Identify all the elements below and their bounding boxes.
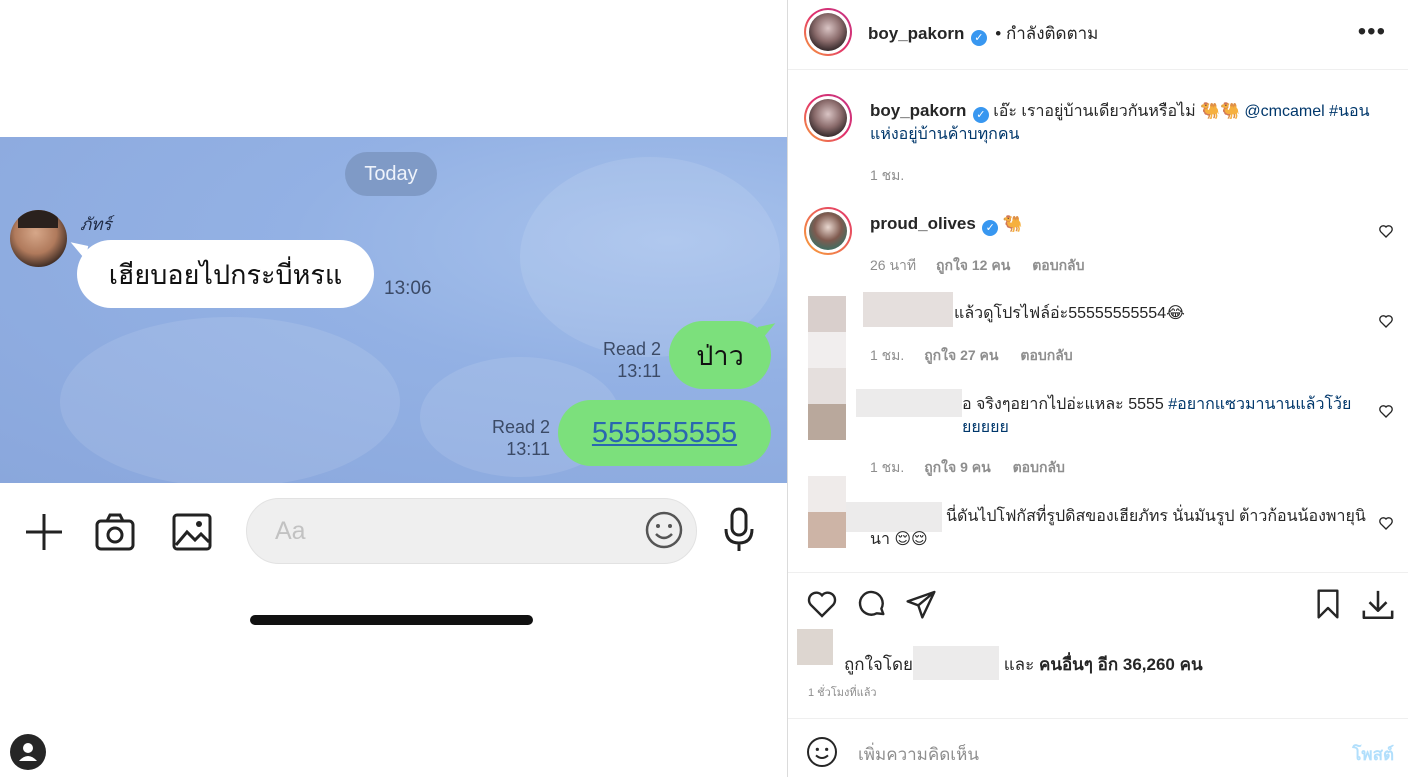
post-photo[interactable]: Today ภัทร์ เฮียบอยไปกระบี่หรแ 13:06 Rea… bbox=[0, 0, 787, 777]
like-heart-icon[interactable] bbox=[806, 588, 840, 622]
posted-time: 1 ชั่วโมงที่แล้ว bbox=[808, 687, 877, 699]
home-indicator bbox=[250, 615, 533, 625]
caption-username[interactable]: boy_pakorn bbox=[870, 101, 966, 120]
date-pill: Today bbox=[345, 152, 437, 196]
microphone-icon bbox=[719, 506, 759, 554]
comment: อ จริงๆอยากไปอ่ะแหละ 5555 #อยากแซวมานานแ… bbox=[962, 393, 1360, 439]
incoming-message-text: เฮียบอยไปกระบี่หรแ bbox=[108, 259, 343, 290]
outgoing-read-status: Read 2 13:11 bbox=[488, 416, 550, 460]
comment-time: 1 ชม. bbox=[870, 347, 905, 363]
comment-meta: 26 นาที ถูกใจ 12 คน ตอบกลับ bbox=[870, 255, 1103, 277]
reply-button[interactable]: ตอบกลับ bbox=[1032, 257, 1084, 273]
caption: boy_pakorn ✓ เอ๊ะ เราอยู่บ้านเดียวกันหรื… bbox=[870, 99, 1380, 146]
redacted-avatar bbox=[808, 476, 846, 512]
chat-message-field: Aa bbox=[246, 498, 697, 564]
header-divider bbox=[788, 69, 1408, 70]
post-side-panel: boy_pakorn ✓ • กำลังติดตาม ••• boy_pakor… bbox=[787, 0, 1408, 777]
redacted-avatar bbox=[808, 368, 846, 404]
outgoing-message-bubble: 555555555 bbox=[558, 400, 771, 466]
outgoing-read-status: Read 2 13:11 bbox=[599, 338, 661, 382]
commenter-avatar[interactable] bbox=[804, 207, 852, 255]
emoji-icon bbox=[644, 510, 684, 550]
comment: proud_olives ✓ 🐫 bbox=[870, 212, 1023, 236]
liker-avatar bbox=[797, 629, 833, 665]
share-paper-plane-icon[interactable] bbox=[905, 588, 939, 622]
read-label: Read 2 bbox=[491, 417, 550, 437]
redacted-username bbox=[863, 292, 953, 327]
likes-others[interactable]: คนอื่นๆ อีก 36,260 คน bbox=[1039, 655, 1203, 674]
sender-avatar bbox=[10, 210, 67, 267]
comment-likes[interactable]: ถูกใจ 12 คน bbox=[936, 257, 1010, 273]
tagged-users-button[interactable] bbox=[10, 734, 46, 770]
comment-text: อ จริงๆอยากไปอ่ะแหละ 5555 bbox=[962, 396, 1169, 413]
comment-time: 26 นาที bbox=[870, 257, 917, 273]
like-comment-heart-icon[interactable] bbox=[1378, 223, 1394, 239]
author-username[interactable]: boy_pakorn bbox=[868, 24, 964, 43]
read-label: Read 2 bbox=[602, 339, 661, 359]
read-time: 13:11 bbox=[617, 361, 661, 381]
follow-status[interactable]: • กำลังติดตาม bbox=[995, 24, 1098, 43]
verified-badge-icon: ✓ bbox=[972, 107, 989, 123]
redacted-avatar bbox=[808, 404, 846, 440]
comment-text: แล้วดูโปรไฟล์อ่ะ55555555554😂 bbox=[954, 305, 1185, 322]
reply-button[interactable]: ตอบกลับ bbox=[1020, 347, 1072, 363]
redacted-liker bbox=[912, 646, 999, 680]
like-comment-heart-icon[interactable] bbox=[1378, 515, 1394, 531]
post-header: boy_pakorn ✓ • กำลังติดตาม bbox=[868, 20, 1098, 47]
outgoing-message-text: ป่าว bbox=[696, 340, 744, 371]
like-comment-heart-icon[interactable] bbox=[1378, 403, 1394, 419]
redacted-avatar bbox=[808, 512, 846, 548]
likes-summary: ถูกใจโดย และ คนอื่นๆ อีก 36,260 คน bbox=[844, 646, 1203, 680]
chat-message-placeholder: Aa bbox=[275, 517, 306, 545]
caption-avatar[interactable] bbox=[804, 94, 852, 142]
comment-meta: 1 ชม. ถูกใจ 9 คน ตอบกลับ bbox=[870, 457, 1083, 479]
comment-input[interactable]: เพิ่มความคิดเห็น bbox=[858, 741, 979, 768]
comment-divider bbox=[788, 718, 1408, 719]
more-options-button[interactable]: ••• bbox=[1358, 18, 1386, 46]
reply-button[interactable]: ตอบกลับ bbox=[1013, 459, 1065, 475]
download-icon[interactable] bbox=[1361, 588, 1395, 622]
image-icon bbox=[170, 510, 214, 554]
caption-mention[interactable]: @cmcamel bbox=[1244, 103, 1324, 120]
author-avatar[interactable] bbox=[804, 8, 852, 56]
plus-icon bbox=[22, 510, 66, 554]
post-comment-button[interactable]: โพสต์ bbox=[1352, 741, 1394, 768]
comment-meta: 1 ชม. ถูกใจ 27 คน ตอบกลับ bbox=[870, 345, 1091, 367]
redacted-username bbox=[856, 389, 962, 417]
caption-text: เอ๊ะ เราอยู่บ้านเดียวกันหรือไม่ 🐫🐫 bbox=[993, 103, 1245, 120]
comment-time: 1 ชม. bbox=[870, 459, 905, 475]
comment-text: 🐫 bbox=[1002, 216, 1023, 233]
sender-name: ภัทร์ bbox=[80, 215, 112, 234]
caption-time: 1 ชม. bbox=[870, 167, 905, 183]
verified-badge-icon: ✓ bbox=[982, 220, 999, 236]
emoji-picker-icon[interactable] bbox=[806, 736, 838, 773]
redacted-avatar bbox=[808, 296, 846, 332]
likes-prefix: ถูกใจโดย bbox=[844, 655, 913, 674]
read-time: 13:11 bbox=[506, 439, 550, 459]
verified-badge-icon: ✓ bbox=[970, 30, 987, 46]
like-comment-heart-icon[interactable] bbox=[1378, 313, 1394, 329]
comment-username[interactable]: proud_olives bbox=[870, 214, 976, 233]
comment-likes[interactable]: ถูกใจ 9 คน bbox=[924, 459, 991, 475]
comment-text: นี่ดันไปโฟกัสที่รูปดิสของเฮียภัทร นั่นมั… bbox=[870, 508, 1366, 548]
camera-icon bbox=[93, 510, 137, 554]
incoming-message-bubble: เฮียบอยไปกระบี่หรแ bbox=[77, 240, 374, 308]
outgoing-message-link: 555555555 bbox=[591, 416, 738, 449]
outgoing-message-bubble: ป่าว bbox=[669, 321, 771, 389]
redacted-avatar bbox=[808, 332, 846, 368]
likes-and: และ bbox=[1003, 655, 1035, 674]
user-icon bbox=[19, 743, 37, 761]
comment-likes[interactable]: ถูกใจ 27 คน bbox=[924, 347, 998, 363]
incoming-message-time: 13:06 bbox=[384, 278, 432, 299]
bookmark-icon[interactable] bbox=[1312, 588, 1346, 622]
actions-divider bbox=[788, 572, 1408, 573]
comment-bubble-icon[interactable] bbox=[856, 588, 890, 622]
